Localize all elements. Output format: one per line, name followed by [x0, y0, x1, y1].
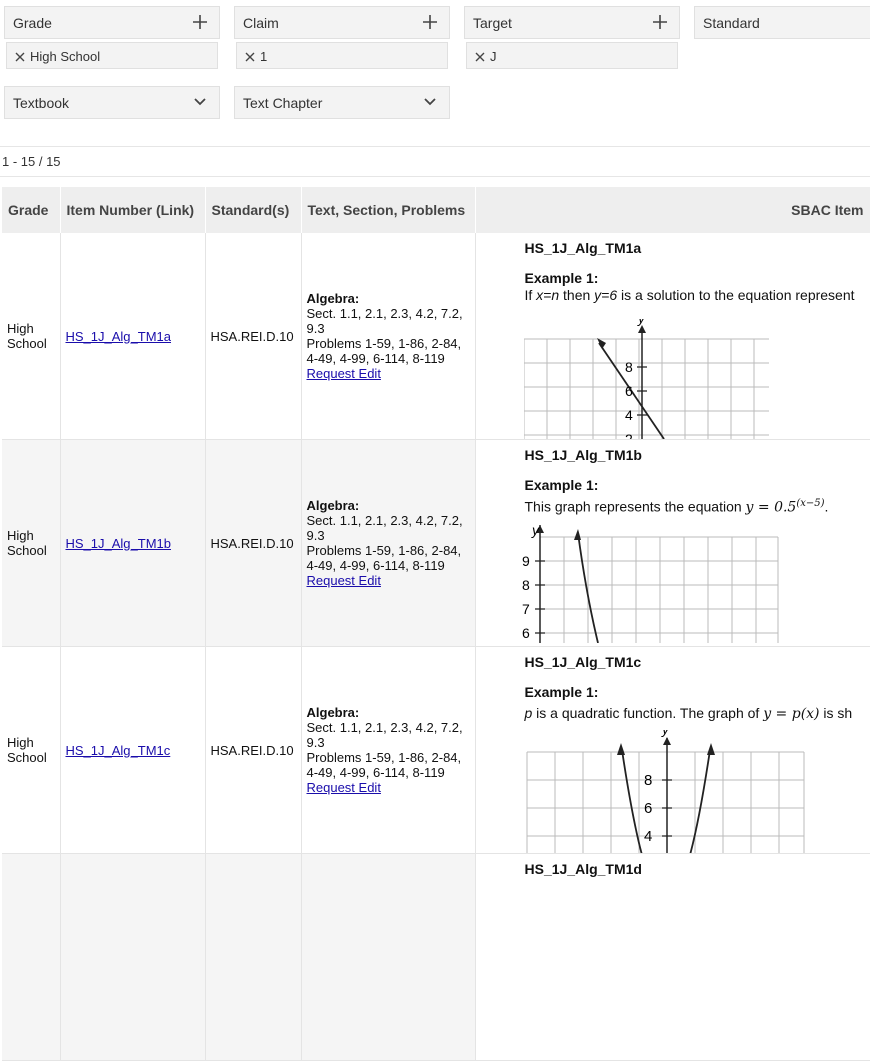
request-edit-link[interactable]: Request Edit	[307, 366, 381, 381]
standard-filter-label: Standard	[703, 15, 760, 31]
target-filter-label: Target	[473, 15, 512, 31]
request-edit-link[interactable]: Request Edit	[307, 573, 381, 588]
text-chapter-dropdown-label: Text Chapter	[243, 95, 323, 111]
text-section-cell: Algebra: Sect. 1.1, 2.1, 2.3, 4.2, 7.2, …	[301, 646, 476, 854]
standard-cell: HSA.REI.D.10	[205, 439, 302, 647]
column-header-item-number[interactable]: Item Number (Link)	[60, 187, 206, 233]
sbac-item-cell: HS_1J_Alg_TM1b Example 1: This graph rep…	[475, 439, 870, 647]
grade-cell: High School	[2, 646, 61, 854]
item-link[interactable]: HS_1J_Alg_TM1b	[66, 536, 172, 551]
tick-label: 4	[644, 828, 652, 845]
example-prompt: This graph represents the equation y = 0…	[524, 498, 829, 516]
item-link[interactable]: HS_1J_Alg_TM1c	[66, 743, 171, 758]
item-number-cell: HS_1J_Alg_TM1a	[60, 233, 206, 440]
sbac-item-title: HS_1J_Alg_TM1a	[524, 240, 642, 256]
text-section-cell: Algebra: Sect. 1.1, 2.1, 2.3, 4.2, 7.2, …	[301, 439, 476, 647]
textbook-dropdown[interactable]: Textbook	[4, 86, 220, 119]
sections: Sect. 1.1, 2.1, 2.3, 4.2, 7.2, 9.3	[306, 720, 463, 750]
text-section-cell: Algebra: Sect. 1.1, 2.1, 2.3, 4.2, 7.2, …	[301, 233, 476, 440]
target-chip[interactable]: J	[466, 42, 678, 69]
problems: Problems 1-59, 1-86, 2-84, 4-49, 4-99, 6…	[306, 543, 462, 573]
axis-label: y	[661, 730, 670, 737]
remove-icon[interactable]	[245, 52, 255, 62]
sections: Sect. 1.1, 2.1, 2.3, 4.2, 7.2, 9.3	[306, 513, 463, 543]
remove-icon[interactable]	[475, 52, 485, 62]
request-edit-link[interactable]: Request Edit	[307, 780, 381, 795]
example-prompt: p is a quadratic function. The graph of …	[524, 705, 853, 722]
item-number-cell: HS_1J_Alg_TM1b	[60, 439, 206, 647]
example-label: Example 1:	[524, 270, 599, 286]
problems: Problems 1-59, 1-86, 2-84, 4-49, 4-99, 6…	[306, 336, 462, 366]
textbook-name: Algebra:	[306, 705, 360, 720]
axis-label: y	[637, 319, 646, 326]
grade-chip[interactable]: High School	[6, 42, 218, 69]
results-table: Grade Item Number (Link) Standard(s) Tex…	[2, 187, 870, 1061]
column-header-text-section[interactable]: Text, Section, Problems	[301, 187, 476, 233]
column-header-sbac-item[interactable]: SBAC Item	[475, 187, 870, 233]
tick-label: 6	[644, 800, 652, 817]
target-chip-label: J	[490, 49, 497, 64]
table-row: High School HS_1J_Alg_TM1c HSA.REI.D.10 …	[2, 646, 870, 854]
claim-filter-label: Claim	[243, 15, 279, 31]
sbac-item-title: HS_1J_Alg_TM1d	[524, 861, 642, 877]
tick-label: 8	[625, 359, 633, 375]
divider	[0, 146, 870, 147]
example-label: Example 1:	[524, 477, 599, 493]
plus-icon[interactable]	[421, 13, 439, 31]
target-filter[interactable]: Target	[464, 6, 680, 39]
plus-icon[interactable]	[191, 13, 209, 31]
grade-cell: High School	[2, 233, 61, 440]
textbook-dropdown-label: Textbook	[13, 95, 70, 111]
column-header-standards[interactable]: Standard(s)	[205, 187, 302, 233]
tick-label: 8	[522, 577, 530, 593]
item-number-cell: HS_1J_Alg_TM1c	[60, 646, 206, 854]
item-link[interactable]: HS_1J_Alg_TM1a	[66, 329, 172, 344]
textbook-name: Algebra:	[306, 291, 360, 306]
remove-icon[interactable]	[15, 52, 25, 62]
sbac-item-cell: HS_1J_Alg_TM1c Example 1: p is a quadrat…	[475, 646, 870, 854]
problems: Problems 1-59, 1-86, 2-84, 4-49, 4-99, 6…	[306, 750, 462, 780]
table-row: High School HS_1J_Alg_TM1a HSA.REI.D.10 …	[2, 233, 870, 440]
table-header-row: Grade Item Number (Link) Standard(s) Tex…	[2, 187, 870, 233]
example-prompt: If x=n then y=6 is a solution to the equ…	[524, 287, 855, 303]
tick-label: 6	[522, 625, 530, 641]
standard-cell: HSA.REI.D.10	[205, 233, 302, 440]
axis-label: y	[531, 523, 540, 538]
claim-chip[interactable]: 1	[236, 42, 448, 69]
tick-label: 2	[625, 431, 633, 439]
tick-label: 7	[522, 601, 530, 617]
tick-label: 6	[625, 383, 633, 399]
sbac-item-title: HS_1J_Alg_TM1c	[524, 654, 642, 670]
plus-icon[interactable]	[651, 13, 669, 31]
table-row: High School HS_1J_Alg_TM1b HSA.REI.D.10 …	[2, 439, 870, 647]
grade-filter[interactable]: Grade	[4, 6, 220, 39]
sbac-item-title: HS_1J_Alg_TM1b	[524, 447, 642, 463]
standard-filter[interactable]: Standard	[694, 6, 870, 39]
grade-filter-label: Grade	[13, 15, 52, 31]
chevron-down-icon	[424, 98, 436, 106]
example-graph: 8 6 4 2 y	[523, 319, 769, 439]
tick-label: 4	[625, 407, 633, 423]
standard-cell: HSA.REI.D.10	[205, 646, 302, 854]
text-chapter-dropdown[interactable]: Text Chapter	[234, 86, 450, 119]
tick-label: 8	[644, 772, 652, 789]
example-graph: 9 8 7 6 y	[522, 523, 778, 643]
sbac-item-cell: HS_1J_Alg_TM1d	[475, 853, 870, 1061]
claim-chip-label: 1	[260, 49, 268, 64]
textbook-name: Algebra:	[306, 498, 360, 513]
grade-chip-label: High School	[30, 49, 101, 64]
chevron-down-icon	[194, 98, 206, 106]
grade-cell: High School	[2, 439, 61, 647]
table-row: HS_1J_Alg_TM1d	[2, 853, 870, 1061]
divider	[0, 176, 870, 177]
claim-filter[interactable]: Claim	[234, 6, 450, 39]
sbac-item-cell: HS_1J_Alg_TM1a Example 1: If x=n then y=…	[475, 233, 870, 440]
example-label: Example 1:	[524, 684, 599, 700]
tick-label: 9	[522, 553, 530, 569]
pagination-count: 1 - 15 / 15	[2, 154, 61, 169]
example-graph: 8 6 4 y	[526, 730, 804, 853]
sections: Sect. 1.1, 2.1, 2.3, 4.2, 7.2, 9.3	[306, 306, 463, 336]
column-header-grade[interactable]: Grade	[2, 187, 61, 233]
